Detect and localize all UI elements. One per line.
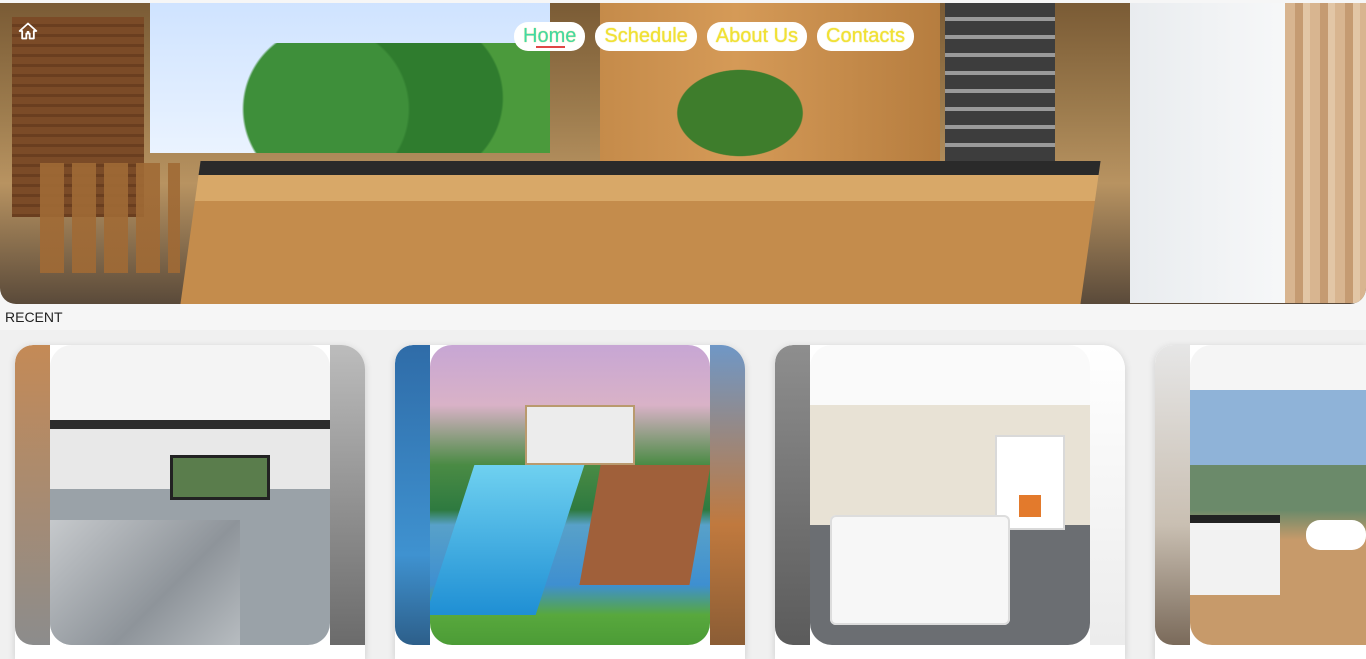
recent-section-label: RECENT <box>5 309 63 325</box>
card-bed <box>830 515 1010 625</box>
card-vanity <box>1190 515 1280 595</box>
nav-schedule[interactable]: Schedule <box>595 22 697 51</box>
hero-plant <box>660 58 820 168</box>
recent-card[interactable] <box>395 345 745 659</box>
nav-contacts[interactable]: Contacts <box>817 22 914 51</box>
card-image-villa[interactable] <box>430 345 710 645</box>
card-next-peek <box>1090 345 1125 645</box>
recent-card[interactable] <box>775 345 1125 659</box>
hero-wall <box>1130 3 1290 303</box>
hero-chairs <box>40 163 180 273</box>
card-next-peek <box>330 345 365 645</box>
card-house <box>525 405 635 465</box>
recent-card[interactable] <box>1155 345 1366 659</box>
nav-home[interactable]: Home <box>514 22 586 51</box>
card-window <box>170 455 270 500</box>
nav-about-us[interactable]: About Us <box>706 22 808 51</box>
card-prev-peek <box>775 345 810 645</box>
card-pool <box>430 465 585 615</box>
card-prev-peek <box>395 345 430 645</box>
card-next-peek <box>710 345 745 645</box>
card-image-bathroom[interactable] <box>1190 345 1366 645</box>
card-image-kitchen[interactable] <box>50 345 330 645</box>
card-image-bedroom[interactable] <box>810 345 1090 645</box>
home-icon[interactable] <box>18 21 38 41</box>
hero-stone-wall <box>1285 3 1366 303</box>
top-nav: Home Schedule About Us Contacts <box>514 22 914 51</box>
card-prev-peek <box>15 345 50 645</box>
hero-trees <box>230 43 550 153</box>
card-bathtub <box>1306 520 1366 550</box>
card-deck <box>579 465 710 585</box>
card-marble-island <box>50 520 240 645</box>
hero-kitchen-island <box>179 161 1101 304</box>
recent-card[interactable] <box>15 345 365 659</box>
card-prev-peek <box>1155 345 1190 645</box>
